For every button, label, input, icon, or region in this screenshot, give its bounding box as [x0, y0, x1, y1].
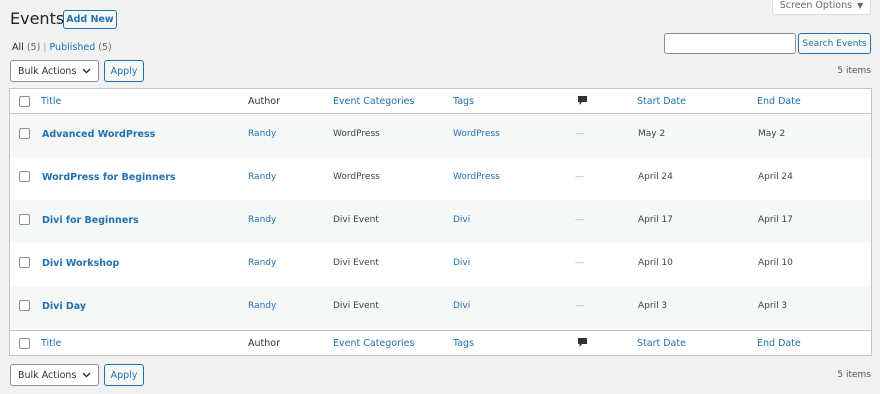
status-filter-links: All (5) | Published (5)	[12, 42, 112, 53]
view-published-link[interactable]: Published (5)	[49, 42, 111, 53]
table-row: WordPress for Beginners Randy WordPress …	[10, 157, 871, 200]
view-separator: |	[43, 42, 47, 53]
event-title-link[interactable]: Divi Day	[42, 301, 86, 312]
select-all-checkbox[interactable]	[19, 96, 30, 107]
column-start-date-footer[interactable]: Start Date	[637, 338, 686, 349]
author-link[interactable]: Randy	[248, 301, 276, 311]
author-link[interactable]: Randy	[248, 215, 276, 225]
view-all-label: All	[12, 42, 24, 53]
column-title-header[interactable]: Title	[41, 96, 61, 107]
author-link[interactable]: Randy	[248, 258, 276, 268]
tag-link[interactable]: Divi	[453, 301, 470, 311]
column-tags-footer[interactable]: Tags	[453, 338, 474, 349]
column-categories-footer[interactable]: Event Categories	[333, 338, 414, 349]
end-date: April 10	[758, 257, 793, 268]
view-all-link[interactable]: All (5)	[12, 42, 40, 53]
comments-count: —	[575, 171, 584, 182]
select-all-checkbox-footer[interactable]	[19, 338, 30, 349]
comments-count: —	[575, 128, 584, 139]
row-checkbox[interactable]	[19, 257, 30, 268]
column-categories-header[interactable]: Event Categories	[333, 96, 414, 107]
category-text: WordPress	[333, 128, 380, 139]
start-date: May 2	[638, 128, 666, 139]
tag-link[interactable]: WordPress	[453, 129, 500, 139]
end-date: April 24	[758, 171, 793, 182]
category-text: Divi Event	[333, 300, 379, 311]
end-date: May 2	[758, 128, 786, 139]
category-text: WordPress	[333, 171, 380, 182]
chevron-down-icon	[82, 372, 91, 378]
bulk-actions-select-top[interactable]: Bulk Actions	[10, 60, 99, 82]
column-title-footer[interactable]: Title	[41, 338, 61, 349]
author-link[interactable]: Randy	[248, 172, 276, 182]
end-date: April 3	[758, 300, 788, 311]
event-title-link[interactable]: Advanced WordPress	[42, 129, 155, 140]
category-text: Divi Event	[333, 257, 379, 268]
items-count-top: 5 items	[837, 66, 871, 76]
column-end-date-footer[interactable]: End Date	[757, 338, 801, 349]
start-date: April 17	[638, 214, 673, 225]
author-link[interactable]: Randy	[248, 129, 276, 139]
column-tags-header[interactable]: Tags	[453, 96, 474, 107]
column-author-header: Author	[248, 96, 280, 107]
event-title-link[interactable]: Divi Workshop	[42, 258, 119, 269]
screen-options-label: Screen Options	[779, 0, 853, 11]
row-checkbox[interactable]	[19, 214, 30, 225]
column-author-footer: Author	[248, 338, 280, 349]
chevron-down-icon	[82, 68, 91, 74]
comments-count: —	[575, 300, 584, 311]
event-title-link[interactable]: WordPress for Beginners	[42, 172, 176, 183]
start-date: April 24	[638, 171, 673, 182]
start-date: April 10	[638, 257, 673, 268]
column-start-date-header[interactable]: Start Date	[637, 96, 686, 107]
end-date: April 17	[758, 214, 793, 225]
comments-count: —	[575, 257, 584, 268]
view-all-count: (5)	[26, 42, 41, 53]
start-date: April 3	[638, 300, 668, 311]
search-input[interactable]	[664, 33, 796, 54]
table-row: Advanced WordPress Randy WordPress WordP…	[10, 114, 871, 157]
items-count-bottom: 5 items	[837, 370, 871, 380]
table-header-row: Title Author Event Categories Tags Start…	[10, 89, 871, 114]
search-events-button[interactable]: Search Events	[798, 33, 871, 54]
bulk-actions-label: Bulk Actions	[18, 65, 77, 77]
bulk-actions-label: Bulk Actions	[18, 369, 77, 381]
category-text: Divi Event	[333, 214, 379, 225]
apply-button-top[interactable]: Apply	[104, 60, 144, 82]
tag-link[interactable]: Divi	[453, 215, 470, 225]
table-row: Divi for Beginners Randy Divi Event Divi…	[10, 200, 871, 243]
comment-bubble-icon	[578, 96, 587, 105]
page-title: Events	[10, 9, 65, 28]
screen-options-button[interactable]: Screen Options ▼	[772, 0, 871, 15]
view-published-count: (5)	[98, 42, 112, 53]
caret-down-icon: ▼	[857, 0, 864, 10]
apply-button-bottom[interactable]: Apply	[104, 364, 144, 386]
row-checkbox[interactable]	[19, 171, 30, 182]
bulk-actions-select-bottom[interactable]: Bulk Actions	[10, 364, 99, 386]
event-title-link[interactable]: Divi for Beginners	[42, 215, 139, 226]
row-checkbox[interactable]	[19, 300, 30, 311]
events-table: Title Author Event Categories Tags Start…	[9, 88, 872, 356]
table-footer-row: Title Author Event Categories Tags Start…	[10, 330, 871, 356]
comment-bubble-icon	[578, 338, 587, 347]
row-checkbox[interactable]	[19, 128, 30, 139]
view-published-label: Published	[49, 42, 96, 53]
table-row: Divi Workshop Randy Divi Event Divi — Ap…	[10, 243, 871, 286]
column-end-date-header[interactable]: End Date	[757, 96, 801, 107]
tag-link[interactable]: WordPress	[453, 172, 500, 182]
comments-count: —	[575, 214, 584, 225]
add-new-button[interactable]: Add New	[63, 10, 117, 29]
tag-link[interactable]: Divi	[453, 258, 470, 268]
table-row: Divi Day Randy Divi Event Divi — April 3…	[10, 286, 871, 329]
